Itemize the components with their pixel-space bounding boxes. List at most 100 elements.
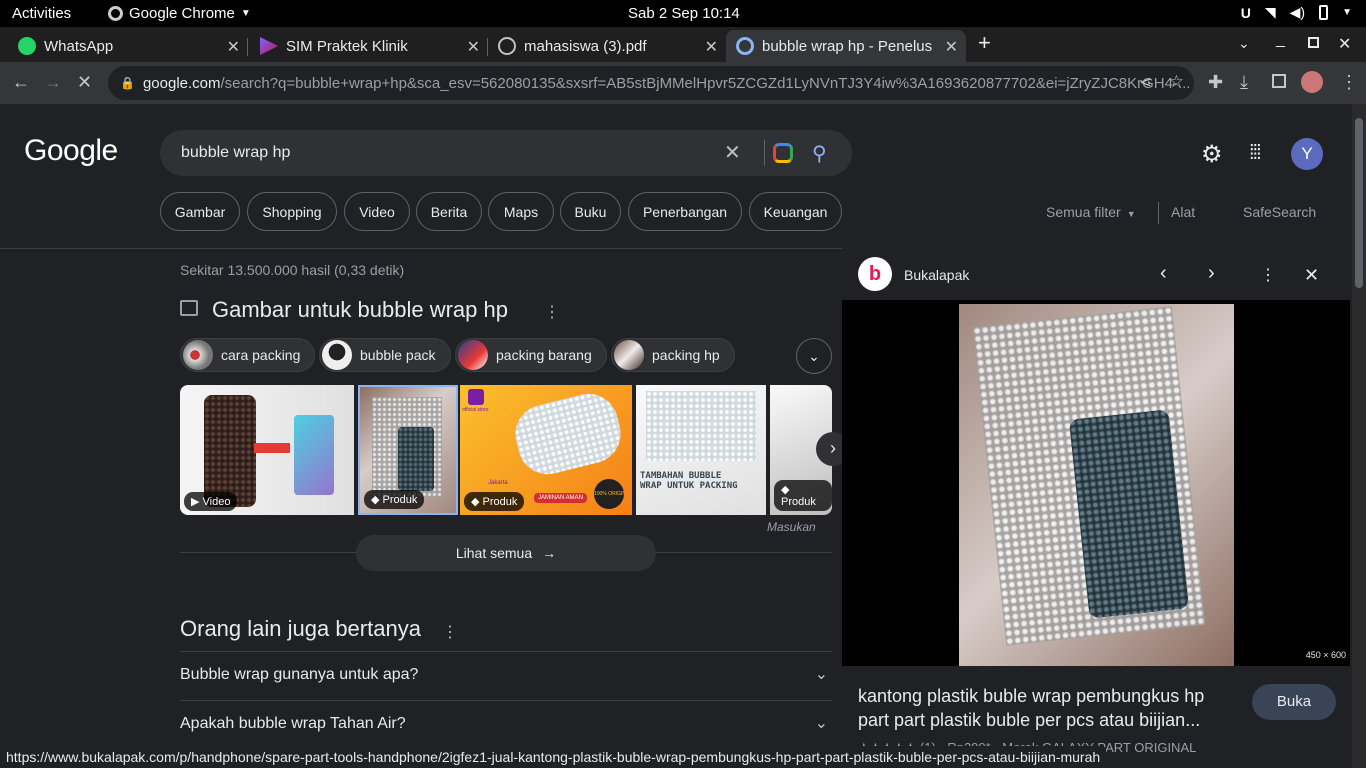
- preview-title[interactable]: kantong plastik buble wrap pembungkus hp…: [858, 684, 1238, 732]
- filter-chip-video[interactable]: Video: [344, 192, 410, 231]
- apps-grid-icon[interactable]: ⁞⁞⁞: [1249, 142, 1262, 165]
- all-filters-menu[interactable]: Semua filter ▼: [1046, 204, 1136, 220]
- lens-icon[interactable]: [773, 143, 793, 163]
- tab-pdf[interactable]: mahasiswa (3).pdf ✕: [488, 30, 726, 62]
- image-result-1[interactable]: ▶ Video: [180, 385, 354, 515]
- related-chip-packing-hp[interactable]: packing hp: [611, 338, 735, 372]
- expand-related-chevron-icon[interactable]: ⌄: [796, 338, 832, 374]
- system-tray[interactable]: U ◥ ◀) ▼: [1241, 4, 1352, 21]
- more-options-icon[interactable]: ⋮: [442, 622, 458, 642]
- tools-button[interactable]: Alat: [1171, 204, 1195, 220]
- close-tab-icon[interactable]: ✕: [705, 37, 718, 57]
- see-all-label: Lihat semua: [455, 545, 533, 561]
- tab-whatsapp[interactable]: WhatsApp ✕: [0, 30, 248, 62]
- tab-search-icon[interactable]: ⌄: [1238, 35, 1250, 52]
- google-logo[interactable]: Google: [24, 134, 118, 168]
- close-tab-icon[interactable]: ✕: [945, 37, 958, 57]
- account-avatar[interactable]: Y: [1291, 138, 1323, 170]
- next-image-icon[interactable]: ›: [1208, 262, 1215, 285]
- chevron-down-icon: ⌄: [814, 666, 828, 683]
- menu-dots-icon[interactable]: ⋮: [1340, 72, 1358, 93]
- more-options-icon[interactable]: ⋮: [1260, 265, 1276, 285]
- chip-thumbnail: [183, 340, 213, 370]
- chip-thumbnail: [614, 340, 644, 370]
- image-result-2-selected[interactable]: ◆ Produk: [358, 385, 458, 515]
- paa-question-2[interactable]: Apakah bubble wrap Tahan Air? ⌄: [180, 700, 832, 748]
- paa-question-1[interactable]: Bubble wrap gunanya untuk apa? ⌄: [180, 651, 832, 699]
- battery-icon: [1319, 5, 1329, 20]
- store-logo: [468, 389, 484, 405]
- share-icon[interactable]: ⋖: [1139, 73, 1152, 91]
- search-icon[interactable]: ⚲: [812, 141, 827, 166]
- tab-google-search[interactable]: bubble wrap hp - Penelus ✕: [726, 30, 966, 62]
- bubble-roll-image: [509, 387, 627, 481]
- forward-arrow-icon[interactable]: →: [44, 72, 62, 93]
- preview-image[interactable]: [959, 304, 1234, 666]
- address-bar[interactable]: 🔒 google.com /search?q=bubble+wrap+hp&sc…: [108, 66, 1194, 100]
- paa-heading: Orang lain juga bertanya: [180, 616, 421, 641]
- page-scrollbar[interactable]: [1352, 104, 1366, 768]
- extensions-icon[interactable]: ✚: [1208, 72, 1223, 93]
- preview-title-line-1: kantong plastik buble wrap pembungkus hp: [858, 686, 1205, 706]
- open-button[interactable]: Buka: [1252, 684, 1336, 720]
- new-tab-icon[interactable]: +: [978, 30, 991, 56]
- store-label: official store: [462, 407, 489, 413]
- see-all-button[interactable]: Lihat semua →: [356, 535, 656, 571]
- caret-down-icon: ▼: [240, 8, 251, 19]
- chip-thumbnail: [458, 340, 488, 370]
- profile-avatar[interactable]: [1301, 71, 1323, 93]
- bookmark-star-icon[interactable]: ☆: [1169, 72, 1184, 92]
- settings-gear-icon[interactable]: ⚙: [1201, 140, 1223, 169]
- filter-chip-gambar[interactable]: Gambar: [160, 192, 240, 231]
- app-menu[interactable]: Google Chrome ▼: [108, 5, 251, 22]
- image-result-4[interactable]: TAMBAHAN BUBBLE WRAP UNTUK PACKING: [636, 385, 766, 515]
- google-icon: [736, 37, 754, 55]
- related-chip-packing-barang[interactable]: packing barang: [455, 338, 607, 372]
- feedback-link[interactable]: Masukan: [767, 520, 816, 534]
- download-icon[interactable]: ⤓: [1240, 72, 1248, 93]
- scrollbar-thumb[interactable]: [1355, 118, 1363, 288]
- filter-chip-keuangan[interactable]: Keuangan: [749, 192, 842, 231]
- previous-image-icon[interactable]: ‹: [1160, 262, 1167, 285]
- url-path: /search?q=bubble+wrap+hp&sca_esv=5620801…: [220, 74, 1191, 92]
- safesearch-button[interactable]: SafeSearch: [1243, 204, 1316, 220]
- more-options-icon[interactable]: ⋮: [544, 302, 560, 322]
- close-panel-icon[interactable]: ✕: [1304, 265, 1319, 286]
- restore-icon[interactable]: [1308, 37, 1319, 48]
- preview-title-line-2: part part plastik buble per pcs atau bii…: [858, 710, 1201, 730]
- badge-label: Video: [202, 496, 231, 508]
- minimize-icon[interactable]: _: [1276, 31, 1285, 49]
- tab-sim-praktek[interactable]: SIM Praktek Klinik ✕: [248, 30, 488, 62]
- back-arrow-icon[interactable]: ←: [12, 72, 30, 93]
- clear-search-icon[interactable]: ✕: [724, 140, 741, 165]
- sim-icon: [260, 37, 278, 55]
- app-menu-label: Google Chrome: [129, 5, 235, 22]
- search-input[interactable]: bubble wrap hp: [181, 144, 290, 162]
- activities-button[interactable]: Activities: [12, 5, 71, 22]
- filter-chip-buku[interactable]: Buku: [560, 192, 621, 231]
- phones-image: [294, 415, 334, 495]
- badge-label: Produk: [781, 496, 816, 508]
- image-result-3[interactable]: official store Jakarta JAMINAN AMAN 100%…: [460, 385, 632, 515]
- clock[interactable]: Sab 2 Sep 10:14: [628, 5, 740, 22]
- stop-loading-icon[interactable]: ✕: [77, 72, 92, 93]
- side-panel-icon[interactable]: [1272, 74, 1286, 88]
- badge-label: Produk: [482, 496, 518, 508]
- tab-title: mahasiswa (3).pdf: [524, 37, 647, 55]
- close-window-icon[interactable]: ✕: [1338, 34, 1351, 54]
- system-top-bar: Activities Google Chrome ▼ Sab 2 Sep 10:…: [0, 0, 1366, 27]
- filter-chip-berita[interactable]: Berita: [416, 192, 482, 231]
- images-heading[interactable]: Gambar untuk bubble wrap hp: [212, 297, 508, 323]
- related-chip-cara-packing[interactable]: cara packing: [180, 338, 316, 372]
- filter-chip-shopping[interactable]: Shopping: [247, 192, 337, 231]
- close-tab-icon[interactable]: ✕: [227, 37, 240, 57]
- related-chip-bubble-pack[interactable]: bubble pack: [319, 338, 451, 372]
- filter-chip-maps[interactable]: Maps: [488, 192, 554, 231]
- source-name[interactable]: Bukalapak: [904, 267, 969, 283]
- filter-chip-penerbangan[interactable]: Penerbangan: [628, 192, 742, 231]
- whatsapp-icon: [18, 37, 36, 55]
- wrapped-phone-image: [1068, 409, 1190, 619]
- close-tab-icon[interactable]: ✕: [467, 37, 480, 57]
- panel-header: b Bukalapak ‹ › ⋮ ✕: [842, 248, 1350, 300]
- search-box[interactable]: bubble wrap hp ✕ ⚲: [160, 130, 852, 176]
